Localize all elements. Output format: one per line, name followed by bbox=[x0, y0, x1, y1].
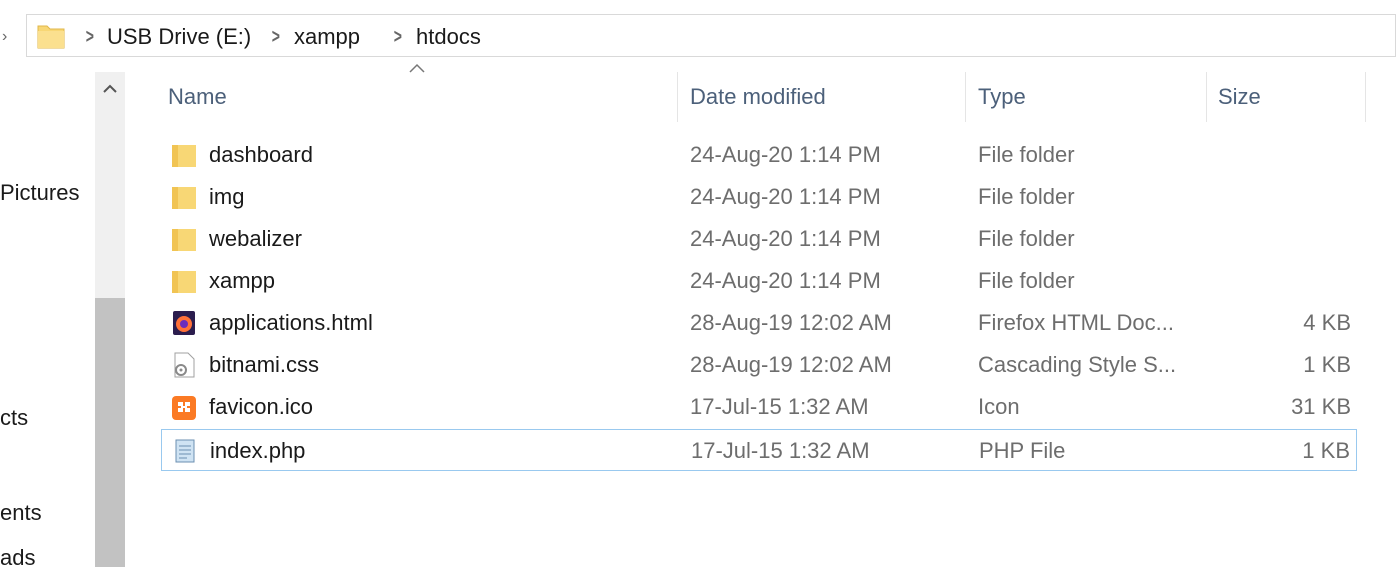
breadcrumb-htdocs[interactable]: htdocs bbox=[416, 24, 481, 50]
folder-icon bbox=[172, 145, 196, 167]
nav-item-downloads[interactable]: ads bbox=[0, 545, 35, 571]
folder-icon bbox=[172, 187, 196, 209]
file-size: 4 KB bbox=[1303, 310, 1351, 335]
file-name: webalizer bbox=[209, 226, 302, 251]
css-file-icon bbox=[174, 352, 195, 378]
folder-icon bbox=[172, 271, 196, 293]
file-name: applications.html bbox=[209, 310, 373, 335]
file-date: 17-Jul-15 1:32 AM bbox=[691, 438, 870, 463]
breadcrumb-separator-icon[interactable]: > bbox=[86, 26, 94, 49]
file-name: dashboard bbox=[209, 142, 313, 167]
file-date: 24-Aug-20 1:14 PM bbox=[690, 268, 881, 293]
breadcrumb-xampp[interactable]: xampp bbox=[294, 24, 360, 50]
folder-icon bbox=[37, 25, 65, 49]
breadcrumb-separator-icon[interactable]: > bbox=[394, 26, 402, 49]
file-date: 17-Jul-15 1:32 AM bbox=[690, 394, 869, 419]
file-type: Cascading Style S... bbox=[978, 352, 1177, 377]
file-type: File folder bbox=[978, 226, 1075, 251]
file-date: 24-Aug-20 1:14 PM bbox=[690, 184, 881, 209]
column-divider[interactable] bbox=[1206, 72, 1207, 122]
file-row[interactable]: bitnami.css 28-Aug-19 12:02 AM Cascading… bbox=[161, 344, 1357, 386]
file-date: 28-Aug-19 12:02 AM bbox=[690, 310, 892, 335]
breadcrumb-separator-icon[interactable]: > bbox=[272, 26, 280, 49]
file-type: PHP File bbox=[979, 438, 1066, 463]
column-divider[interactable] bbox=[965, 72, 966, 122]
file-name: bitnami.css bbox=[209, 352, 320, 377]
file-size: 31 KB bbox=[1291, 394, 1351, 419]
column-divider[interactable] bbox=[677, 72, 678, 122]
firefox-icon bbox=[173, 311, 195, 335]
file-type: File folder bbox=[978, 142, 1075, 167]
folder-icon bbox=[172, 229, 196, 251]
file-type: Icon bbox=[978, 394, 1020, 419]
column-header-size[interactable]: Size bbox=[1218, 84, 1261, 110]
file-type: Firefox HTML Doc... bbox=[978, 310, 1174, 335]
file-date: 28-Aug-19 12:02 AM bbox=[690, 352, 892, 377]
column-header-name[interactable]: Name bbox=[168, 84, 227, 110]
nav-item-pictures[interactable]: Pictures bbox=[0, 180, 79, 206]
file-name: img bbox=[209, 184, 245, 209]
breadcrumb-usb-drive[interactable]: USB Drive (E:) bbox=[107, 24, 251, 50]
file-row[interactable]: favicon.ico 17-Jul-15 1:32 AM Icon 31 KB bbox=[161, 386, 1357, 428]
file-date: 24-Aug-20 1:14 PM bbox=[690, 226, 881, 251]
file-type: File folder bbox=[978, 184, 1075, 209]
php-file-icon bbox=[175, 439, 195, 463]
file-row-selected[interactable]: index.php 17-Jul-15 1:32 AM PHP File 1 K… bbox=[161, 429, 1357, 471]
nav-item-documents[interactable]: ents bbox=[0, 500, 42, 526]
file-row[interactable]: webalizer 24-Aug-20 1:14 PM File folder bbox=[161, 218, 1357, 260]
file-size: 1 KB bbox=[1303, 352, 1351, 377]
nav-scrollbar-thumb[interactable] bbox=[95, 298, 125, 567]
nav-chevron-icon[interactable]: › bbox=[2, 28, 7, 46]
file-row[interactable]: applications.html 28-Aug-19 12:02 AM Fir… bbox=[161, 302, 1357, 344]
scroll-up-icon[interactable] bbox=[95, 72, 125, 106]
column-header-type[interactable]: Type bbox=[978, 84, 1026, 110]
xampp-icon bbox=[172, 396, 196, 420]
file-row[interactable]: img 24-Aug-20 1:14 PM File folder bbox=[161, 176, 1357, 218]
column-header-date-modified[interactable]: Date modified bbox=[690, 84, 826, 110]
address-bar[interactable]: > USB Drive (E:) > xampp > htdocs bbox=[26, 14, 1396, 57]
file-size: 1 KB bbox=[1302, 438, 1350, 463]
file-date: 24-Aug-20 1:14 PM bbox=[690, 142, 881, 167]
file-row[interactable]: xampp 24-Aug-20 1:14 PM File folder bbox=[161, 260, 1357, 302]
file-name: favicon.ico bbox=[209, 394, 313, 419]
nav-item-objects[interactable]: cts bbox=[0, 405, 28, 431]
file-type: File folder bbox=[978, 268, 1075, 293]
file-name: index.php bbox=[210, 438, 306, 463]
file-name: xampp bbox=[209, 268, 276, 293]
sort-ascending-icon bbox=[409, 63, 425, 73]
column-divider[interactable] bbox=[1365, 72, 1366, 122]
file-row[interactable]: dashboard 24-Aug-20 1:14 PM File folder bbox=[161, 134, 1357, 176]
